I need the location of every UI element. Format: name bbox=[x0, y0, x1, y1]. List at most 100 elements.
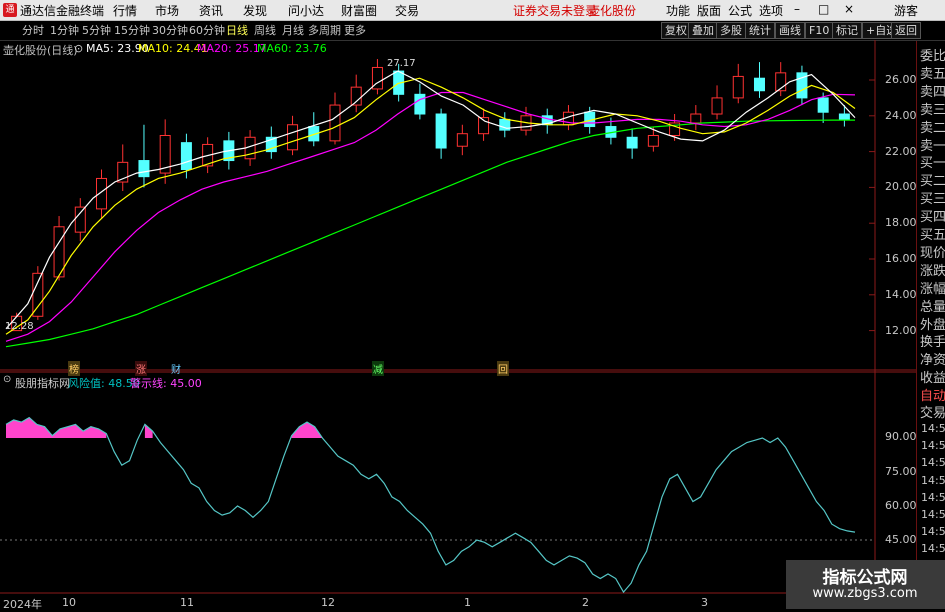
price-tick: 26.00 bbox=[885, 73, 917, 86]
menu-item-formula[interactable]: 公式 bbox=[728, 2, 752, 19]
tick-time: 14:54 bbox=[921, 439, 945, 453]
toolbar-button[interactable]: 统计 bbox=[745, 22, 775, 39]
period-tab[interactable]: 60分钟 bbox=[189, 22, 225, 38]
toolbar-button[interactable]: 画线 bbox=[775, 22, 805, 39]
quote-field-label: 买二 bbox=[920, 174, 945, 190]
candle-body bbox=[329, 104, 341, 142]
quote-field-label: 委比 bbox=[920, 49, 945, 64]
menu-item-function[interactable]: 功能 bbox=[666, 2, 690, 19]
event-marker[interactable]: 回 bbox=[497, 361, 509, 376]
toolbar-button[interactable]: 标记 bbox=[832, 22, 862, 39]
period-tab[interactable]: 周线 bbox=[254, 22, 276, 38]
period-toolbar: 分时 1分钟 5分钟 15分钟 30分钟 60分钟 日线 周线 月线 多周期 更… bbox=[0, 21, 945, 41]
event-marker[interactable]: 涨 bbox=[135, 361, 147, 376]
date-tick: 2024年 bbox=[3, 598, 42, 611]
tick-time: 14:55 bbox=[921, 490, 945, 504]
menu-item-wealth[interactable]: 财富圈 bbox=[341, 2, 377, 19]
watermark-title: 指标公式网 bbox=[822, 568, 908, 588]
candle-body bbox=[96, 177, 108, 210]
period-tab-more[interactable]: 更多 bbox=[344, 22, 366, 38]
period-tab[interactable]: 多周期 bbox=[308, 22, 341, 38]
event-marker[interactable]: 财 bbox=[170, 361, 182, 376]
price-chart[interactable] bbox=[0, 40, 916, 609]
candle-body bbox=[138, 160, 150, 178]
date-tick: 12 bbox=[321, 596, 335, 609]
candle-body bbox=[732, 75, 744, 99]
menu-item-options[interactable]: 选项 bbox=[759, 2, 783, 19]
app-title: 通达信金融终端 bbox=[20, 4, 105, 18]
period-tab[interactable]: 1分钟 bbox=[50, 22, 79, 38]
menu-item-layout[interactable]: 版面 bbox=[697, 2, 721, 19]
toolbar-button[interactable]: 叠加 bbox=[688, 22, 718, 39]
menu-item-discover[interactable]: 发现 bbox=[243, 2, 267, 19]
minimize-icon[interactable]: – bbox=[794, 2, 800, 16]
quote-field-label: 净资 bbox=[920, 353, 945, 369]
event-marker[interactable]: 榜 bbox=[68, 361, 80, 376]
candle-body bbox=[711, 97, 723, 115]
quote-field-label: 换手 bbox=[920, 335, 945, 351]
menu-item-quotes[interactable]: 行情 bbox=[113, 2, 137, 19]
guest-label[interactable]: 游客 bbox=[894, 2, 918, 19]
high-price-annotation: 27.17 bbox=[387, 58, 416, 69]
period-tab[interactable]: 5分钟 bbox=[82, 22, 111, 38]
period-tab[interactable]: 月线 bbox=[282, 22, 304, 38]
tick-time: 14:56 bbox=[921, 525, 945, 539]
date-tick: 1 bbox=[464, 596, 471, 609]
risk-value-line bbox=[5, 416, 856, 594]
candle-body bbox=[456, 133, 468, 147]
price-tick: 24.00 bbox=[885, 109, 917, 122]
period-tab[interactable]: 分时 bbox=[22, 22, 44, 38]
menu-bar: 通 通达信金融终端 行情 市场 资讯 发现 问小达 财富圈 交易 证券交易未登录… bbox=[0, 0, 945, 21]
toolbar-button[interactable]: F10 bbox=[805, 22, 834, 39]
period-tab[interactable]: 30分钟 bbox=[152, 22, 188, 38]
quote-field-label: 涨幅 bbox=[920, 281, 945, 297]
indicator-tick: 60.00 bbox=[885, 499, 917, 512]
quote-field-label: 卖二 bbox=[920, 120, 945, 136]
toolbar-button[interactable]: 返回 bbox=[891, 22, 921, 39]
quote-field-label: 卖一 bbox=[920, 138, 945, 154]
quote-field-label: 买三 bbox=[920, 192, 945, 208]
candle-body bbox=[287, 124, 299, 151]
risk-alert-area bbox=[144, 424, 153, 438]
maximize-icon[interactable]: □ bbox=[818, 2, 829, 16]
toolbar-button[interactable]: 多股 bbox=[716, 22, 746, 39]
indicator-name: 股朋指标网 bbox=[15, 377, 70, 390]
quote-field-label: 买四 bbox=[920, 210, 945, 226]
candle-body bbox=[414, 93, 426, 115]
quote-field-label: 收益 bbox=[920, 371, 945, 387]
low-price-annotation: 12.28 bbox=[5, 321, 34, 332]
tick-time: 14:54 bbox=[921, 456, 945, 470]
menu-item-trade[interactable]: 交易 bbox=[395, 2, 419, 19]
event-marker[interactable]: 减 bbox=[372, 361, 384, 376]
period-tab-active[interactable]: 日线 bbox=[226, 22, 248, 38]
current-stock-name: 壶化股份 bbox=[588, 4, 637, 18]
quote-field-label: 买五 bbox=[920, 228, 945, 243]
menu-item-news[interactable]: 资讯 bbox=[199, 2, 223, 19]
date-tick: 10 bbox=[62, 596, 76, 609]
watermark-url: www.zbgs3.com bbox=[812, 586, 918, 601]
close-icon[interactable]: × bbox=[844, 2, 854, 16]
quote-field-label: 卖五 bbox=[920, 66, 945, 82]
login-notice[interactable]: 证券交易未登录 bbox=[513, 2, 597, 19]
warn-line-label: 警示线: 45.00 bbox=[130, 377, 202, 390]
indicator-menu-icon[interactable]: ⊙ bbox=[3, 374, 11, 385]
candle-body bbox=[32, 272, 44, 317]
candle-body bbox=[753, 77, 765, 92]
quote-field-label: 涨跌 bbox=[920, 263, 945, 279]
price-tick: 16.00 bbox=[885, 252, 917, 265]
menu-item-market[interactable]: 市场 bbox=[155, 2, 179, 19]
indicator-tick: 45.00 bbox=[885, 533, 917, 546]
price-tick: 20.00 bbox=[885, 180, 917, 193]
menu-item-ask[interactable]: 问小达 bbox=[288, 2, 324, 19]
candle-body bbox=[180, 142, 192, 171]
quote-field-label: 卖三 bbox=[920, 102, 945, 118]
risk-value-label: 风险值: 48.50 bbox=[68, 377, 140, 390]
toolbar-button[interactable]: 复权 bbox=[661, 22, 691, 39]
app-logo-icon: 通 bbox=[3, 3, 17, 17]
auto-trade-button[interactable]: 交易 bbox=[920, 402, 945, 421]
quote-field-label: 现价 bbox=[920, 245, 945, 261]
tick-time: 14:55 bbox=[921, 508, 945, 521]
period-tab[interactable]: 15分钟 bbox=[114, 22, 150, 38]
indicator-tick: 90.00 bbox=[885, 430, 917, 443]
candle-body bbox=[690, 113, 702, 124]
